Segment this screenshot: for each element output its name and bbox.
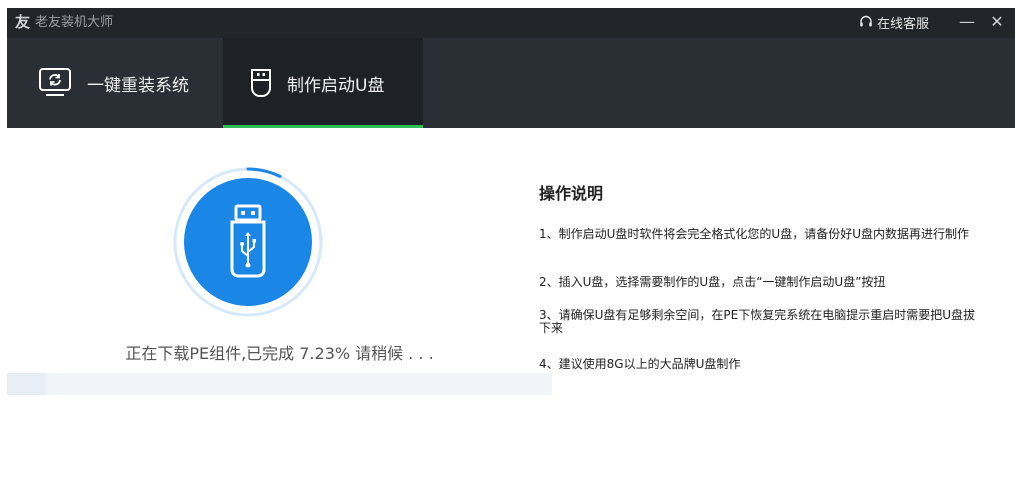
- instruction-item-4: 4、建议使用8G以上的大品牌U盘制作: [539, 357, 741, 371]
- usb-progress-graphic: [172, 166, 324, 318]
- tab-one-key-reinstall[interactable]: 一键重装系统: [37, 38, 222, 128]
- online-support-button[interactable]: 在线客服: [859, 12, 929, 32]
- app-title: 老友装机大师: [35, 15, 114, 30]
- main-content: 正在下载PE组件,已完成 7.23% 请稍候 . . . 操作说明 1、制作启动…: [7, 128, 1015, 497]
- minimize-button[interactable]: —: [957, 12, 977, 32]
- instruction-item-3: 3、请确保U盘有足够剩余空间，在PE下恢复完系统在电脑提示重启时需要把U盘拔下来: [539, 308, 976, 335]
- download-status-text: 正在下载PE组件,已完成 7.23% 请稍候 . . .: [125, 344, 434, 363]
- download-progress-fill: [7, 373, 47, 395]
- app-window: 友 老友装机大师 在线客服 — ✕ 一键重装系统 制作启动U盘 正在下载PE组件…: [7, 8, 1015, 497]
- download-progress-bar: [7, 373, 552, 395]
- support-label: 在线客服: [877, 16, 930, 32]
- tab-make-boot-usb-label: 制作启动U盘: [287, 75, 385, 96]
- main-nav: 一键重装系统 制作启动U盘: [7, 38, 1015, 128]
- title-bar[interactable]: 友 老友装机大师 在线客服 — ✕: [7, 8, 1015, 38]
- instructions-title: 操作说明: [539, 184, 604, 203]
- tab-one-key-reinstall-label: 一键重装系统: [87, 75, 189, 96]
- monitor-refresh-icon: [37, 67, 73, 99]
- instruction-item-1: 1、制作启动U盘时软件将会完全格式化您的U盘，请备份好U盘内数据再进行制作: [539, 227, 969, 241]
- headset-icon: [860, 15, 872, 27]
- close-button[interactable]: ✕: [987, 12, 1007, 32]
- instruction-item-2: 2、插入U盘，选择需要制作的U盘，点击“一键制作启动U盘”按扭: [539, 275, 886, 289]
- tab-make-boot-usb[interactable]: 制作启动U盘: [223, 38, 423, 128]
- usb-drive-icon: [249, 68, 273, 98]
- app-logo-icon: 友: [15, 13, 31, 31]
